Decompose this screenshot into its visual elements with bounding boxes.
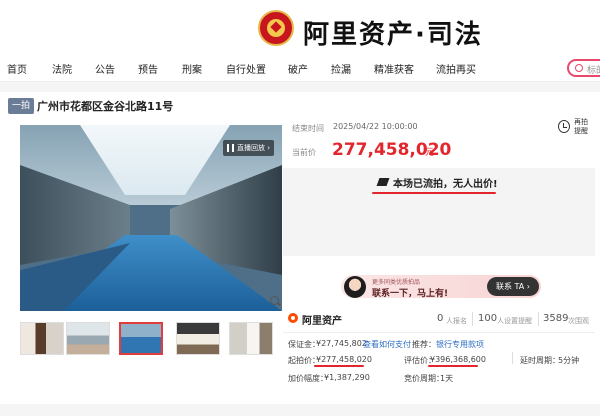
nav-item-bankruptcy[interactable]: 破产 xyxy=(288,61,308,76)
nav-item-court[interactable]: 法院 xyxy=(52,61,72,76)
start-price-value: ¥277,458,020 xyxy=(316,355,372,364)
reminder-label: 人设置提醒 xyxy=(497,317,532,325)
auction-status-text: 本场已流拍，无人出价! xyxy=(393,179,498,190)
current-price-label: 当前价 xyxy=(292,148,316,157)
thumbnail[interactable] xyxy=(229,322,273,355)
page-title: 广州市花都区金谷北路11号 xyxy=(37,100,174,113)
delay-label: 延时周期： xyxy=(520,356,560,365)
thumbnail[interactable] xyxy=(20,322,64,355)
nav-item-bargain[interactable]: 捡漏 xyxy=(331,61,351,76)
auction-detail-page: 阿里资产·司法 首页 法院 公告 预告 刑案 自行处置 破产 捡漏 精准获客 流… xyxy=(0,0,600,416)
search-placeholder: 标的 xyxy=(587,66,600,76)
divider xyxy=(512,352,513,364)
site-header: 阿里资产·司法 xyxy=(0,0,600,56)
valuation-value: ¥396,368,600 xyxy=(430,355,486,364)
thumbnail[interactable] xyxy=(66,322,110,355)
status-underline xyxy=(372,192,496,194)
bid-cycle-label: 竞价周期： xyxy=(404,374,444,383)
thumbnail[interactable] xyxy=(176,322,220,355)
nav-item-reauction[interactable]: 流拍再买 xyxy=(436,61,476,76)
view-count: 3589 xyxy=(543,313,569,324)
search-input[interactable]: 标的 xyxy=(567,59,600,77)
court-emblem-icon xyxy=(258,10,294,46)
thumbnail-selected[interactable] xyxy=(119,322,163,355)
avatar xyxy=(344,276,366,298)
page-footer-strip xyxy=(0,404,600,416)
auction-round-badge: 一拍 xyxy=(8,98,35,114)
nav-item-preview[interactable]: 预告 xyxy=(138,61,158,76)
reminder-count: 100 xyxy=(478,313,498,324)
nav-item-self-disposal[interactable]: 自行处置 xyxy=(226,61,266,76)
nav-item-precise[interactable]: 精准获客 xyxy=(374,61,414,76)
search-icon xyxy=(575,64,583,72)
bank-loan-link[interactable]: 银行专用款项 xyxy=(436,339,484,350)
live-replay-icon xyxy=(227,144,234,152)
divider xyxy=(472,312,473,326)
banner-title: 联系一下，马上有! xyxy=(372,289,449,299)
zoom-icon[interactable] xyxy=(270,296,279,305)
deposit-value: ¥27,745,802 xyxy=(316,339,367,348)
ali-asset-logo-icon xyxy=(288,313,298,323)
site-logo-text[interactable]: 阿里资产·司法 xyxy=(303,14,483,51)
start-price-underline xyxy=(314,365,364,367)
divider xyxy=(283,332,595,333)
main-nav: 首页 法院 公告 预告 刑案 自行处置 破产 捡漏 精准获客 流拍再买 xyxy=(0,56,600,82)
banner-subtitle: 更多同类优质拍品 xyxy=(372,279,421,286)
bid-cycle-value: 1天 xyxy=(440,374,454,383)
nav-item-home[interactable]: 首页 xyxy=(7,61,27,76)
end-time-value: 2025/04/22 10:00:00 xyxy=(333,122,418,131)
delay-value: 5分钟 xyxy=(558,356,580,365)
current-price-unit: 元 xyxy=(425,148,435,158)
live-replay-button[interactable]: 直播回放 › xyxy=(223,140,275,156)
contact-button[interactable]: 联系 TA › xyxy=(487,277,539,296)
end-time-label: 结束时间 xyxy=(292,124,324,133)
valuation-underline xyxy=(428,365,478,367)
divider xyxy=(538,312,539,326)
increment-value: ¥1,387,290 xyxy=(324,373,370,382)
increment-label: 加价幅度： xyxy=(288,374,328,383)
remind-button[interactable]: 再拍提醒 xyxy=(574,118,592,136)
signup-count: 0 xyxy=(437,313,444,324)
recommend-label: 推荐： xyxy=(412,340,436,349)
signup-label: 人报名 xyxy=(446,317,467,325)
section-gap xyxy=(0,82,600,92)
nav-item-notice[interactable]: 公告 xyxy=(95,61,115,76)
alarm-clock-icon[interactable] xyxy=(558,120,570,133)
brand-label: 阿里资产 xyxy=(302,316,342,327)
live-replay-label: 直播回放 › xyxy=(237,144,271,152)
nav-item-criminal[interactable]: 刑案 xyxy=(182,61,202,76)
view-label: 次围观 xyxy=(568,317,589,325)
how-to-pay-link[interactable]: 查看如何支付 xyxy=(363,339,411,350)
